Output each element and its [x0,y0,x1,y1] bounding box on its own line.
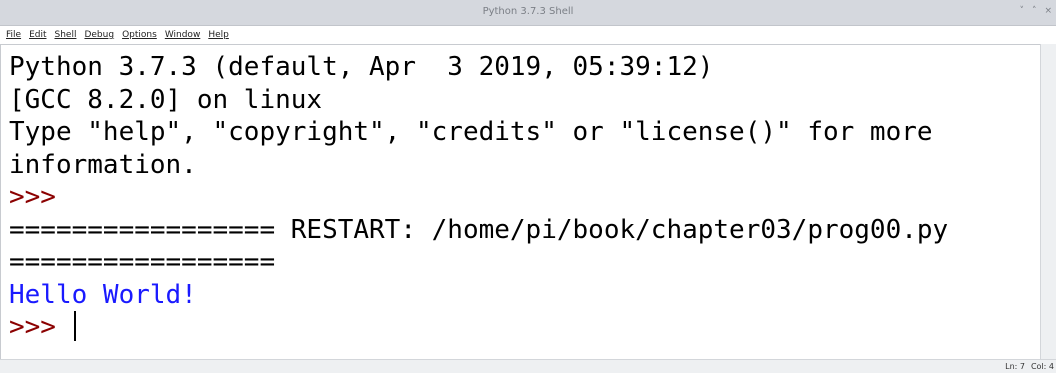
maximize-icon[interactable]: ˄ [1032,6,1037,16]
menu-debug[interactable]: Debug [84,30,114,40]
shell-prompt: >>> [9,312,72,342]
banner-line: information. [9,149,197,180]
banner-line: Type "help", "copyright", "credits" or "… [9,117,933,147]
banner-line: Python 3.7.3 (default, Apr 3 2019, 05:39… [9,52,714,82]
cursor-position: Ln: 7 Col: 4 [1005,362,1054,371]
status-bar: Ln: 7 Col: 4 [0,359,1056,373]
close-icon[interactable]: × [1044,6,1052,16]
menu-edit[interactable]: Edit [29,30,46,40]
shell-prompt: >>> [9,182,56,212]
vertical-scrollbar[interactable] [1040,44,1056,359]
restart-line: ================= RESTART: /home/pi/book… [9,214,949,245]
menu-options[interactable]: Options [122,30,157,40]
window-controls: ˅ ˄ × [1019,6,1052,16]
menu-window[interactable]: Window [165,30,201,40]
menu-file[interactable]: File [6,30,21,40]
title-bar[interactable]: Python 3.7.3 Shell ˅ ˄ × [0,0,1056,26]
idle-shell-window: Python 3.7.3 Shell ˅ ˄ × File Edit Shell… [0,0,1056,373]
shell-text-area[interactable]: Python 3.7.3 (default, Apr 3 2019, 05:39… [0,44,1040,359]
text-cursor [73,311,76,341]
program-output: Hello World! [9,279,197,310]
restart-line: ================= [9,247,276,277]
menu-bar: File Edit Shell Debug Options Window Hel… [0,26,1056,44]
minimize-icon[interactable]: ˅ [1019,6,1024,16]
window-title: Python 3.7.3 Shell [482,6,574,17]
banner-line: [GCC 8.2.0] on linux [9,84,323,115]
line-number: Ln: 7 [1005,362,1025,371]
menu-help[interactable]: Help [208,30,229,40]
input-line[interactable]: >>> [9,311,1040,344]
menu-shell[interactable]: Shell [55,30,77,40]
column-number: Col: 4 [1030,362,1054,371]
